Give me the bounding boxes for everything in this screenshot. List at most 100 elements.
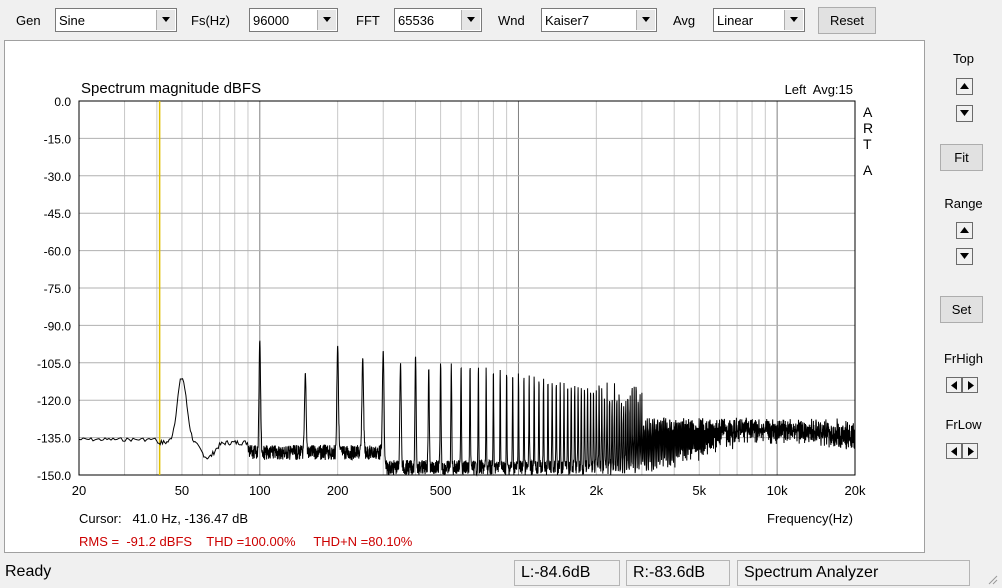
y-tick-label: 0.0 <box>54 95 71 109</box>
wnd-value: Kaiser7 <box>545 13 590 28</box>
harmonic-peak-point <box>415 354 417 356</box>
frlow-right-button[interactable] <box>962 443 978 459</box>
x-tick-label: 50 <box>175 483 189 498</box>
arrow-right-icon <box>968 381 974 390</box>
top-label: Top <box>953 51 974 66</box>
wnd-label: Wnd <box>498 13 525 28</box>
x-tick-label: 1k <box>512 483 526 498</box>
watermark-letter: A <box>863 104 873 120</box>
chevron-down-icon[interactable] <box>461 10 480 30</box>
top-up-button[interactable] <box>956 78 973 95</box>
arrow-left-icon <box>951 381 957 390</box>
resize-grip-icon[interactable] <box>985 572 999 586</box>
chevron-down-icon[interactable] <box>636 10 655 30</box>
range-up-button[interactable] <box>956 222 973 239</box>
harmonic-peak-point <box>595 389 597 391</box>
arrow-left-icon <box>951 447 957 456</box>
right-level: R:-83.6dB <box>626 560 730 586</box>
harmonic-peak-point <box>304 372 306 374</box>
x-tick-label: 5k <box>692 483 706 498</box>
avg-select[interactable]: Linear <box>713 8 805 32</box>
y-tick-label: -150.0 <box>37 469 71 483</box>
y-tick-label: -105.0 <box>37 357 71 371</box>
side-panel: Top Fit Range Set FrHigh FrLow <box>925 40 1002 553</box>
avg-value: Linear <box>717 13 754 28</box>
harmonic-peak-point <box>698 407 700 409</box>
chevron-down-icon[interactable] <box>156 10 175 30</box>
x-tick-label: 100 <box>249 483 271 498</box>
harmonic-peak-point <box>477 364 479 366</box>
range-label: Range <box>944 196 983 211</box>
x-tick-label: 500 <box>430 483 452 498</box>
fft-label: FFT <box>356 13 380 28</box>
gen-value: Sine <box>59 13 86 28</box>
spectrum-plot-panel[interactable]: 0.0 -15.0 -30.0 -45.0 -60.0 -75.0 -90.0 -105.0 -… <box>4 40 925 553</box>
fs-select[interactable]: 96000 <box>249 8 338 32</box>
chart-title: Spectrum magnitude dBFS <box>81 80 261 97</box>
harmonic-peak-point <box>400 362 402 364</box>
y-tick-label: -120.0 <box>37 394 71 408</box>
x-axis: 20 50 100 200 500 1k 2k 5k 10k 20k <box>72 483 866 498</box>
frhigh-right-button[interactable] <box>962 377 978 393</box>
spectrum-chart[interactable]: 0.0 -15.0 -30.0 -45.0 -60.0 -75.0 -90.0 -105.0 -… <box>5 41 924 552</box>
harmonic-peak-point <box>440 362 442 364</box>
x-tick-label: 200 <box>327 483 349 498</box>
y-tick-label: -75.0 <box>44 282 72 296</box>
frlow-left-button[interactable] <box>946 443 962 459</box>
y-tick-label: -90.0 <box>44 319 72 333</box>
arrow-right-icon <box>968 447 974 456</box>
x-tick-label: 20 <box>72 483 86 498</box>
y-axis: 0.0 -15.0 -30.0 -45.0 -60.0 -75.0 -90.0 -105.0 -… <box>37 95 71 483</box>
cursor-readout: Cursor: 41.0 Hz, -136.47 dB <box>79 511 248 526</box>
fs-value: 96000 <box>253 13 290 28</box>
y-tick-label: -135.0 <box>37 432 71 446</box>
toolbar: Gen Sine Fs(Hz) 96000 FFT 65536 Wnd Kais… <box>0 0 1002 40</box>
fit-button[interactable]: Fit <box>940 144 983 171</box>
frhigh-left-button[interactable] <box>946 377 962 393</box>
harmonic-peak-point <box>563 382 565 384</box>
harmonic-peak-point <box>517 372 519 374</box>
avg-label: Avg <box>673 13 696 28</box>
x-tick-label: 20k <box>845 483 866 498</box>
x-tick-label: 2k <box>589 483 603 498</box>
gen-label: Gen <box>16 13 41 28</box>
harmonic-peak-point <box>428 367 430 369</box>
fft-value: 65536 <box>398 13 435 28</box>
watermark-letter: A <box>863 162 873 178</box>
frhigh-label: FrHigh <box>943 351 983 366</box>
mode-label: Spectrum Analyzer <box>737 560 970 586</box>
y-tick-label: -60.0 <box>44 245 72 259</box>
channel-avg-label: Left Avg:15 <box>785 82 853 97</box>
harmonic-peak-point <box>181 374 183 376</box>
harmonic-peak-point <box>641 397 643 399</box>
harmonic-peak-point <box>337 344 339 346</box>
y-tick-label: -30.0 <box>44 170 72 184</box>
set-button[interactable]: Set <box>940 296 983 323</box>
top-down-button[interactable] <box>956 105 973 122</box>
x-axis-label: Frequency(Hz) <box>767 511 853 526</box>
gen-select[interactable]: Sine <box>55 8 177 32</box>
chevron-down-icon[interactable] <box>317 10 336 30</box>
fft-select[interactable]: 65536 <box>394 8 482 32</box>
harmonic-peak-point <box>776 419 778 421</box>
range-down-button[interactable] <box>956 248 973 265</box>
harmonic-peak-point <box>382 349 384 351</box>
arrow-up-icon <box>960 227 969 233</box>
watermark-letter: R <box>863 120 873 136</box>
status-bar: Ready L:-84.6dB R:-83.6dB Spectrum Analy… <box>0 556 1002 588</box>
arta-watermark: A R T A <box>863 104 873 178</box>
status-ready: Ready <box>5 563 52 580</box>
spectrum-trace <box>78 340 856 477</box>
chart-grid <box>79 100 855 476</box>
left-level: L:-84.6dB <box>514 560 620 586</box>
wnd-select[interactable]: Kaiser7 <box>541 8 657 32</box>
reset-button[interactable]: Reset <box>818 7 876 34</box>
harmonic-peak-point <box>362 357 364 359</box>
y-tick-label: -45.0 <box>44 207 72 221</box>
y-tick-label: -15.0 <box>44 132 72 146</box>
chevron-down-icon[interactable] <box>784 10 803 30</box>
arrow-down-icon <box>960 253 969 259</box>
arrow-down-icon <box>960 110 969 116</box>
fs-label: Fs(Hz) <box>191 13 230 28</box>
watermark-letter: T <box>863 136 872 152</box>
